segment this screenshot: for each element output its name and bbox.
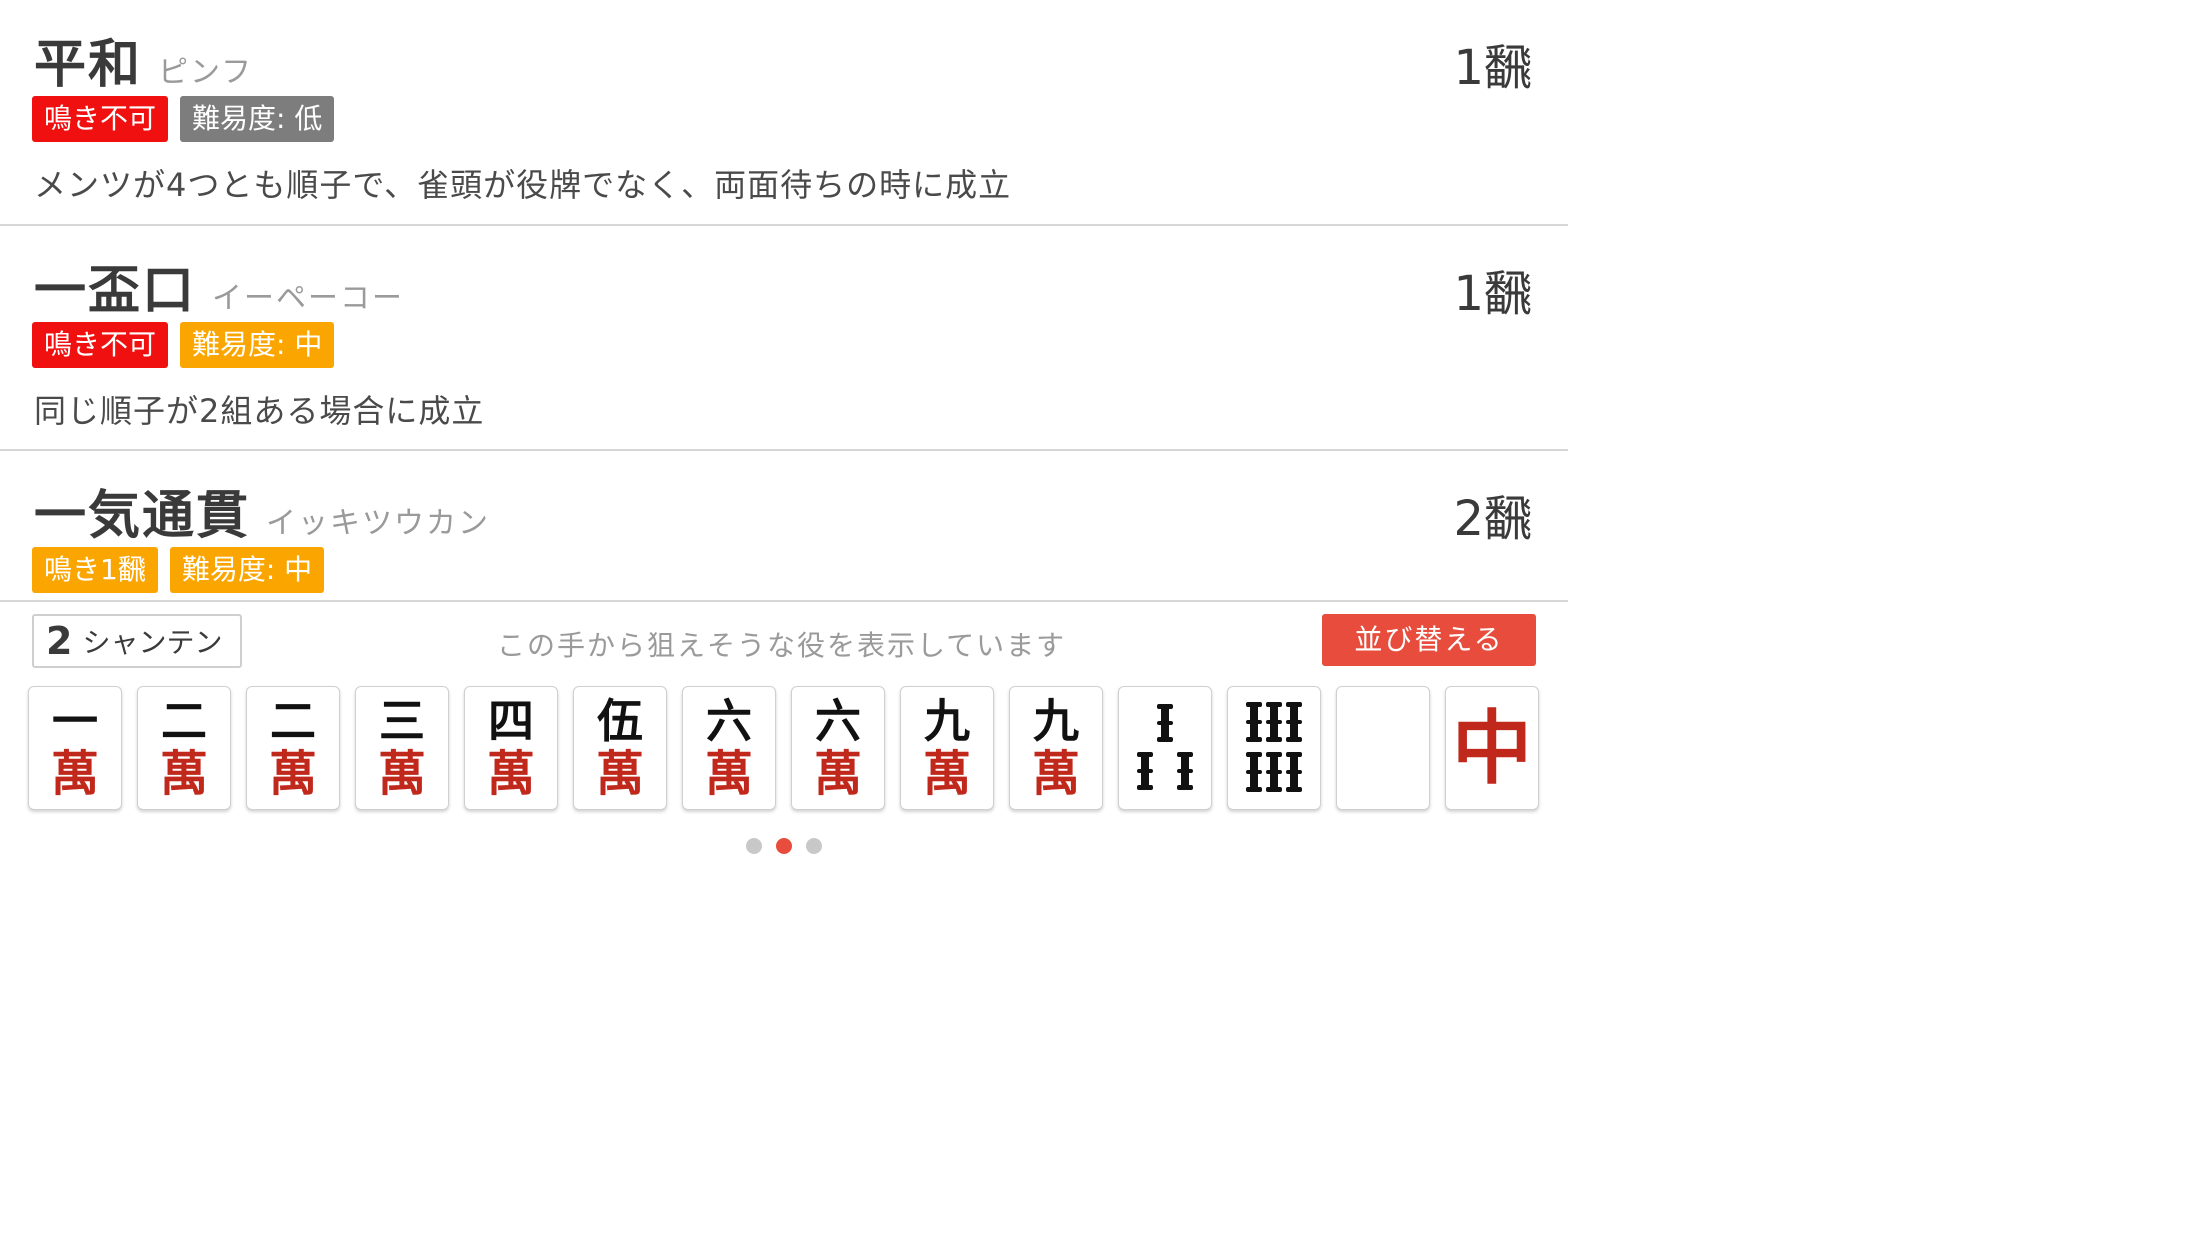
yaku-reading: イッキツウカン (266, 506, 491, 541)
tile-number: 伍 (597, 694, 643, 748)
page-dot-active[interactable] (776, 838, 792, 854)
bamboo-3-icon (1137, 704, 1193, 790)
yaku-list: 平和 ピンフ 1飜 鳴き不可 難易度: 低 メンツが4つとも順子で、雀頭が役牌で… (0, 0, 1568, 600)
yaku-title: 一気通貫 イッキツウカン (34, 473, 490, 548)
tile-number: 三 (379, 694, 425, 748)
tile-number: 六 (815, 694, 861, 748)
tile-suit: 萬 (922, 746, 971, 802)
tile-2-man[interactable]: 二 萬 (246, 686, 340, 810)
tile-number: 一 (52, 694, 98, 748)
badge-group: 鳴き不可 難易度: 中 (32, 322, 335, 368)
tile-number: 二 (161, 694, 207, 748)
tile-number: 九 (924, 694, 970, 748)
tile-9-man[interactable]: 九 萬 (900, 686, 994, 810)
yaku-han: 2飜 (1453, 491, 1532, 547)
difficulty-badge: 難易度: 低 (180, 96, 335, 142)
tile-suit: 萬 (704, 746, 753, 802)
yaku-description: メンツが4つとも順子で、雀頭が役牌でなく、両面待ちの時に成立 (34, 166, 1012, 204)
tile-4-man[interactable]: 四 萬 (464, 686, 558, 810)
call-badge: 鳴き不可 (32, 96, 169, 142)
yaku-han: 1飜 (1453, 40, 1532, 96)
yaku-han: 1飜 (1453, 266, 1532, 322)
call-badge: 鳴き1飜 (32, 547, 158, 593)
sort-button[interactable]: 並び替える (1322, 614, 1536, 666)
tile-1-man[interactable]: 一 萬 (28, 686, 122, 810)
tile-9-man[interactable]: 九 萬 (1009, 686, 1103, 810)
hand-tiles: 一 萬 二 萬 二 萬 三 萬 四 萬 伍 萬 六 萬 六 萬 九 萬 九 萬 … (28, 686, 1539, 810)
bamboo-6-icon (1246, 702, 1302, 792)
yaku-name: 一気通貫 (34, 486, 251, 546)
tile-number: 六 (706, 694, 752, 748)
tile-suit: 萬 (159, 746, 208, 802)
page-dot[interactable] (806, 838, 822, 854)
tile-3-man[interactable]: 三 萬 (355, 686, 449, 810)
shanten-number: 2 (46, 619, 73, 663)
tile-suit: 萬 (50, 746, 99, 802)
page-indicator[interactable] (746, 838, 822, 854)
tile-suit: 萬 (595, 746, 644, 802)
yaku-title: 一盃口 イーペーコー (34, 248, 404, 323)
difficulty-badge: 難易度: 中 (169, 547, 325, 593)
tile-6-sou[interactable] (1227, 686, 1321, 810)
tile-6-man[interactable]: 六 萬 (682, 686, 776, 810)
badge-group: 鳴き不可 難易度: 低 (32, 96, 335, 142)
tile-6-man[interactable]: 六 萬 (791, 686, 885, 810)
tile-5-man[interactable]: 伍 萬 (573, 686, 667, 810)
yaku-item-ittsuu[interactable]: 一気通貫 イッキツウカン 2飜 鳴き1飜 難易度: 中 (0, 451, 1568, 600)
difficulty-badge: 難易度: 中 (180, 322, 335, 368)
tile-suit: 萬 (377, 746, 426, 802)
call-badge: 鳴き不可 (32, 322, 169, 368)
tile-suit: 萬 (1031, 746, 1080, 802)
tile-suit: 萬 (486, 746, 535, 802)
chun-glyph: 中 (1452, 701, 1532, 795)
badge-group: 鳴き1飜 難易度: 中 (32, 547, 325, 593)
yaku-reading: ピンフ (158, 55, 254, 90)
yaku-title: 平和 ピンフ (34, 22, 253, 97)
hand-panel: 2 シャンテン この手から狙えそうな役を表示しています 並び替える 一 萬 二 … (0, 600, 1568, 882)
tile-3-sou[interactable] (1118, 686, 1212, 810)
tile-number: 九 (1033, 694, 1079, 748)
hint-text: この手から狙えそうな役を表示しています (497, 629, 1067, 662)
tile-white-dragon[interactable] (1336, 686, 1430, 810)
yaku-reading: イーペーコー (212, 281, 405, 316)
tile-red-dragon[interactable]: 中 (1445, 686, 1539, 810)
tile-2-man[interactable]: 二 萬 (137, 686, 231, 810)
yaku-name: 一盃口 (34, 261, 197, 321)
tile-number: 四 (488, 694, 534, 748)
shanten-label: シャンテン (82, 626, 223, 659)
page-dot[interactable] (746, 838, 762, 854)
yaku-name: 平和 (34, 35, 143, 95)
yaku-item-iipeikou[interactable]: 一盃口 イーペーコー 1飜 鳴き不可 難易度: 中 同じ順子が2組ある場合に成立 (0, 226, 1568, 451)
shanten-box: 2 シャンテン (32, 614, 242, 668)
yaku-item-pinfu[interactable]: 平和 ピンフ 1飜 鳴き不可 難易度: 低 メンツが4つとも順子で、雀頭が役牌で… (0, 0, 1568, 226)
tile-number: 二 (270, 694, 316, 748)
tile-suit: 萬 (813, 746, 862, 802)
yaku-description: 同じ順子が2組ある場合に成立 (34, 392, 485, 430)
tile-suit: 萬 (268, 746, 317, 802)
